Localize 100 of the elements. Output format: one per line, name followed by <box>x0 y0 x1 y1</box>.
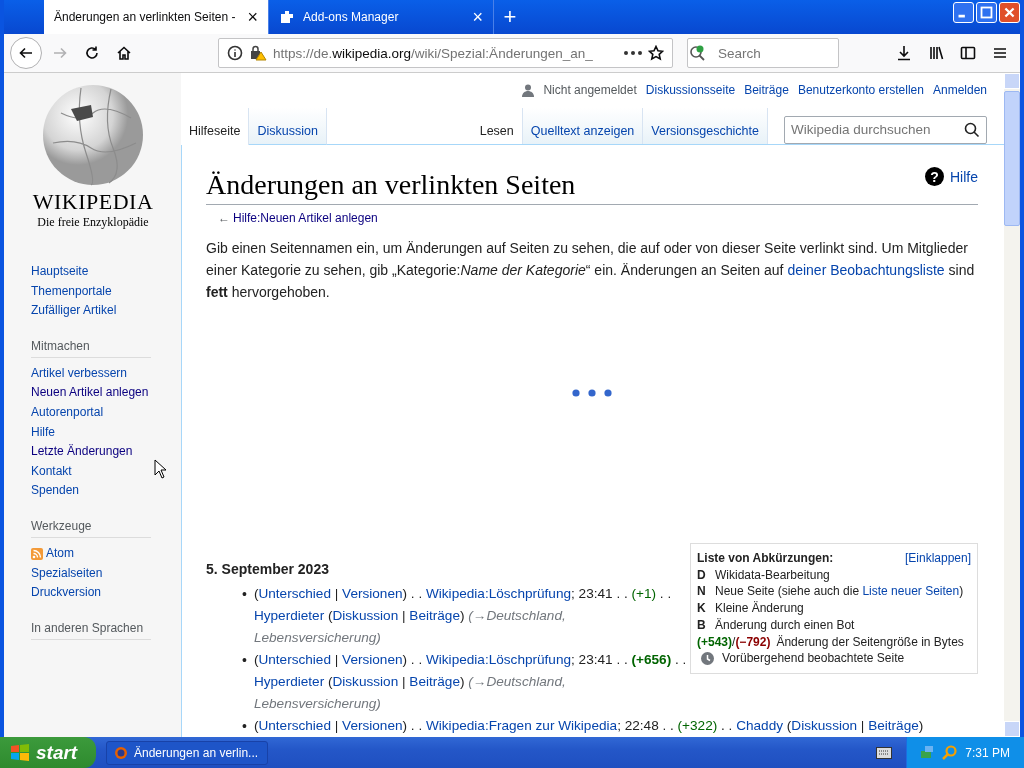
sidebar-heading[interactable]: Mitmachen <box>31 338 151 358</box>
abbreviation-text: Änderung durch einen Bot <box>715 616 855 634</box>
abbreviation-letter: B <box>697 616 707 634</box>
lock-warning-icon <box>249 45 267 61</box>
page-link[interactable]: Diskussion <box>332 608 399 623</box>
list-bullet: • <box>242 651 247 670</box>
sidebar-link[interactable]: Zufälliger Artikel <box>31 301 117 321</box>
sidebar-heading[interactable]: In anderen Sprachen <box>31 620 151 640</box>
close-button[interactable] <box>999 2 1020 23</box>
help-icon: ? <box>925 167 944 186</box>
help-link[interactable]: Hilfe <box>950 168 978 185</box>
abbreviation-text: Wikidata-Bearbeitung <box>715 566 830 584</box>
back-arrow-icon <box>18 45 34 61</box>
magnifier-icon <box>941 744 957 761</box>
sidebar-link[interactable]: Spezialseiten <box>31 563 103 584</box>
personal-link[interactable]: Beiträge <box>744 83 789 98</box>
date-heading: 5. September 2023 <box>206 561 330 577</box>
sidebar-icon <box>960 45 976 61</box>
minimize-button[interactable] <box>953 2 974 23</box>
sidebar-link[interactable]: Hauptseite <box>31 262 89 282</box>
sidebar-heading[interactable]: Werkzeuge <box>31 518 151 538</box>
search-icon <box>689 45 707 61</box>
puzzle-icon <box>279 9 295 25</box>
page-link[interactable]: Diskussion <box>791 718 858 733</box>
logo-tagline: Die freie Enzyklopädie <box>37 215 149 230</box>
sidebar-link[interactable]: Hilfe <box>31 422 55 443</box>
personal-link[interactable]: Benutzerkonto erstellen <box>797 83 924 98</box>
url-field[interactable]: https://de.wikipedia.org/wiki/Spezial:Änderungen_an_ <box>218 38 673 68</box>
back-button[interactable] <box>10 37 42 69</box>
change-entry: (Unterschied | Versionen) . . Wikipedia:Löschprüfung; 23:41 . . (+1) . . Hyperdieter (Diskussion | Beiträge) (→Deutschland, Lebensversicherung) <box>253 585 673 647</box>
view-tab[interactable]: Quelltext anzeigen <box>522 107 644 144</box>
page-link[interactable]: Unterschied <box>258 586 331 601</box>
size-example: (+543)/(−792) <box>697 633 771 651</box>
sidebar-link[interactable]: Atom <box>46 543 74 564</box>
library-icon <box>928 45 944 61</box>
sidebar-link[interactable]: Druckversion <box>31 583 102 603</box>
sidebar-link[interactable]: Autorenportal <box>31 402 104 423</box>
forward-arrow-icon <box>52 45 68 61</box>
page-link[interactable]: Versionen <box>342 586 403 601</box>
view-tab[interactable]: Versionsgeschichte <box>643 107 768 144</box>
page-link[interactable]: Versionen <box>342 652 403 667</box>
page-link[interactable]: Hyperdieter <box>253 674 325 689</box>
page-link[interactable]: Chaddy <box>736 718 784 733</box>
star-icon <box>648 45 664 61</box>
page-title: Änderungen an verlinkten Seiten <box>206 169 577 201</box>
start-button[interactable]: start <box>0 737 96 768</box>
abbreviation-letter: D <box>697 566 707 584</box>
clock-time: 7:31 PM <box>965 745 1010 760</box>
network-icon <box>919 744 935 761</box>
sidebar-link[interactable]: Neuen Artikel anlegen <box>31 383 149 403</box>
legend-title: Liste von Abkürzungen: <box>697 550 834 567</box>
wiki-search-field[interactable]: Wikipedia durchsuchen <box>784 115 987 144</box>
scrollbar[interactable] <box>1004 73 1020 737</box>
maximize-button[interactable] <box>976 2 997 23</box>
abbreviation-text: Neue Seite (siehe auch die Liste neuer Seiten) <box>715 583 964 601</box>
page-link[interactable]: Beiträge <box>409 608 460 623</box>
browser-tab[interactable]: Änderungen an verlinkten Seiten - × <box>44 0 269 34</box>
taskbar-task[interactable]: Änderungen an verlin... <box>106 740 268 765</box>
change-entry: (Unterschied | Versionen) . . Wikipedia:Fragen zur Wikipedia; 22:48 . . (+322) . . Chaddy (Diskussion | Beiträge) <box>253 717 924 735</box>
sidebar-link[interactable]: Themenportale <box>31 281 112 302</box>
browser-icon <box>113 745 129 760</box>
windows-logo-icon <box>10 743 30 762</box>
home-icon <box>116 45 132 61</box>
abbreviation-text: Kleine Änderung <box>715 600 804 617</box>
more-icon <box>624 51 642 55</box>
personal-link[interactable]: Anmelden <box>932 83 987 98</box>
new-tab-button[interactable]: + <box>494 0 526 34</box>
page-link[interactable]: Wikipedia:Löschprüfung <box>425 586 572 601</box>
mouse-cursor-icon <box>154 459 167 479</box>
page-link[interactable]: Wikipedia:Löschprüfung <box>425 652 572 667</box>
sidebar-link[interactable]: Spenden <box>31 481 80 501</box>
page-link[interactable]: Unterschied <box>258 718 331 733</box>
search-field[interactable]: Search <box>687 38 839 68</box>
list-bullet: • <box>242 717 247 736</box>
sidebar-link[interactable]: Artikel verbessern <box>31 363 128 384</box>
sidebar-link[interactable]: Kontakt <box>31 461 72 482</box>
sidebar-link[interactable]: Letzte Änderungen <box>31 442 133 462</box>
user-icon <box>522 83 535 97</box>
info-icon <box>227 45 243 61</box>
abbreviation-letter: N <box>697 583 707 601</box>
page-link[interactable]: Versionen <box>342 718 403 733</box>
list-bullet: • <box>242 585 247 604</box>
page-link[interactable]: Diskussion <box>332 674 399 689</box>
page-link[interactable]: Beiträge <box>868 718 919 733</box>
login-status: Nicht angemeldet <box>543 83 637 98</box>
page-link[interactable]: Beiträge <box>409 674 460 689</box>
back-link[interactable]: Hilfe:Neuen Artikel anlegen <box>233 211 378 225</box>
download-icon <box>896 45 912 61</box>
wikipedia-wordmark[interactable]: WIKIPEDIA <box>32 189 154 215</box>
page-tab[interactable]: Diskussion <box>249 107 327 145</box>
page-link[interactable]: Unterschied <box>258 652 331 667</box>
rss-feed-icon <box>31 547 43 560</box>
collapse-link[interactable]: [Einklappen] <box>904 550 971 567</box>
personal-link[interactable]: Diskussionsseite <box>645 83 736 98</box>
reload-icon <box>84 45 100 61</box>
keyboard-icon <box>876 746 892 759</box>
page-link[interactable]: Hyperdieter <box>253 608 325 623</box>
page-link[interactable]: deiner Beobachtungsliste <box>787 262 945 278</box>
abbreviation-text: Änderung der Seitengröße in Bytes <box>776 633 964 651</box>
page-link[interactable]: Liste neuer Seiten <box>862 584 960 599</box>
